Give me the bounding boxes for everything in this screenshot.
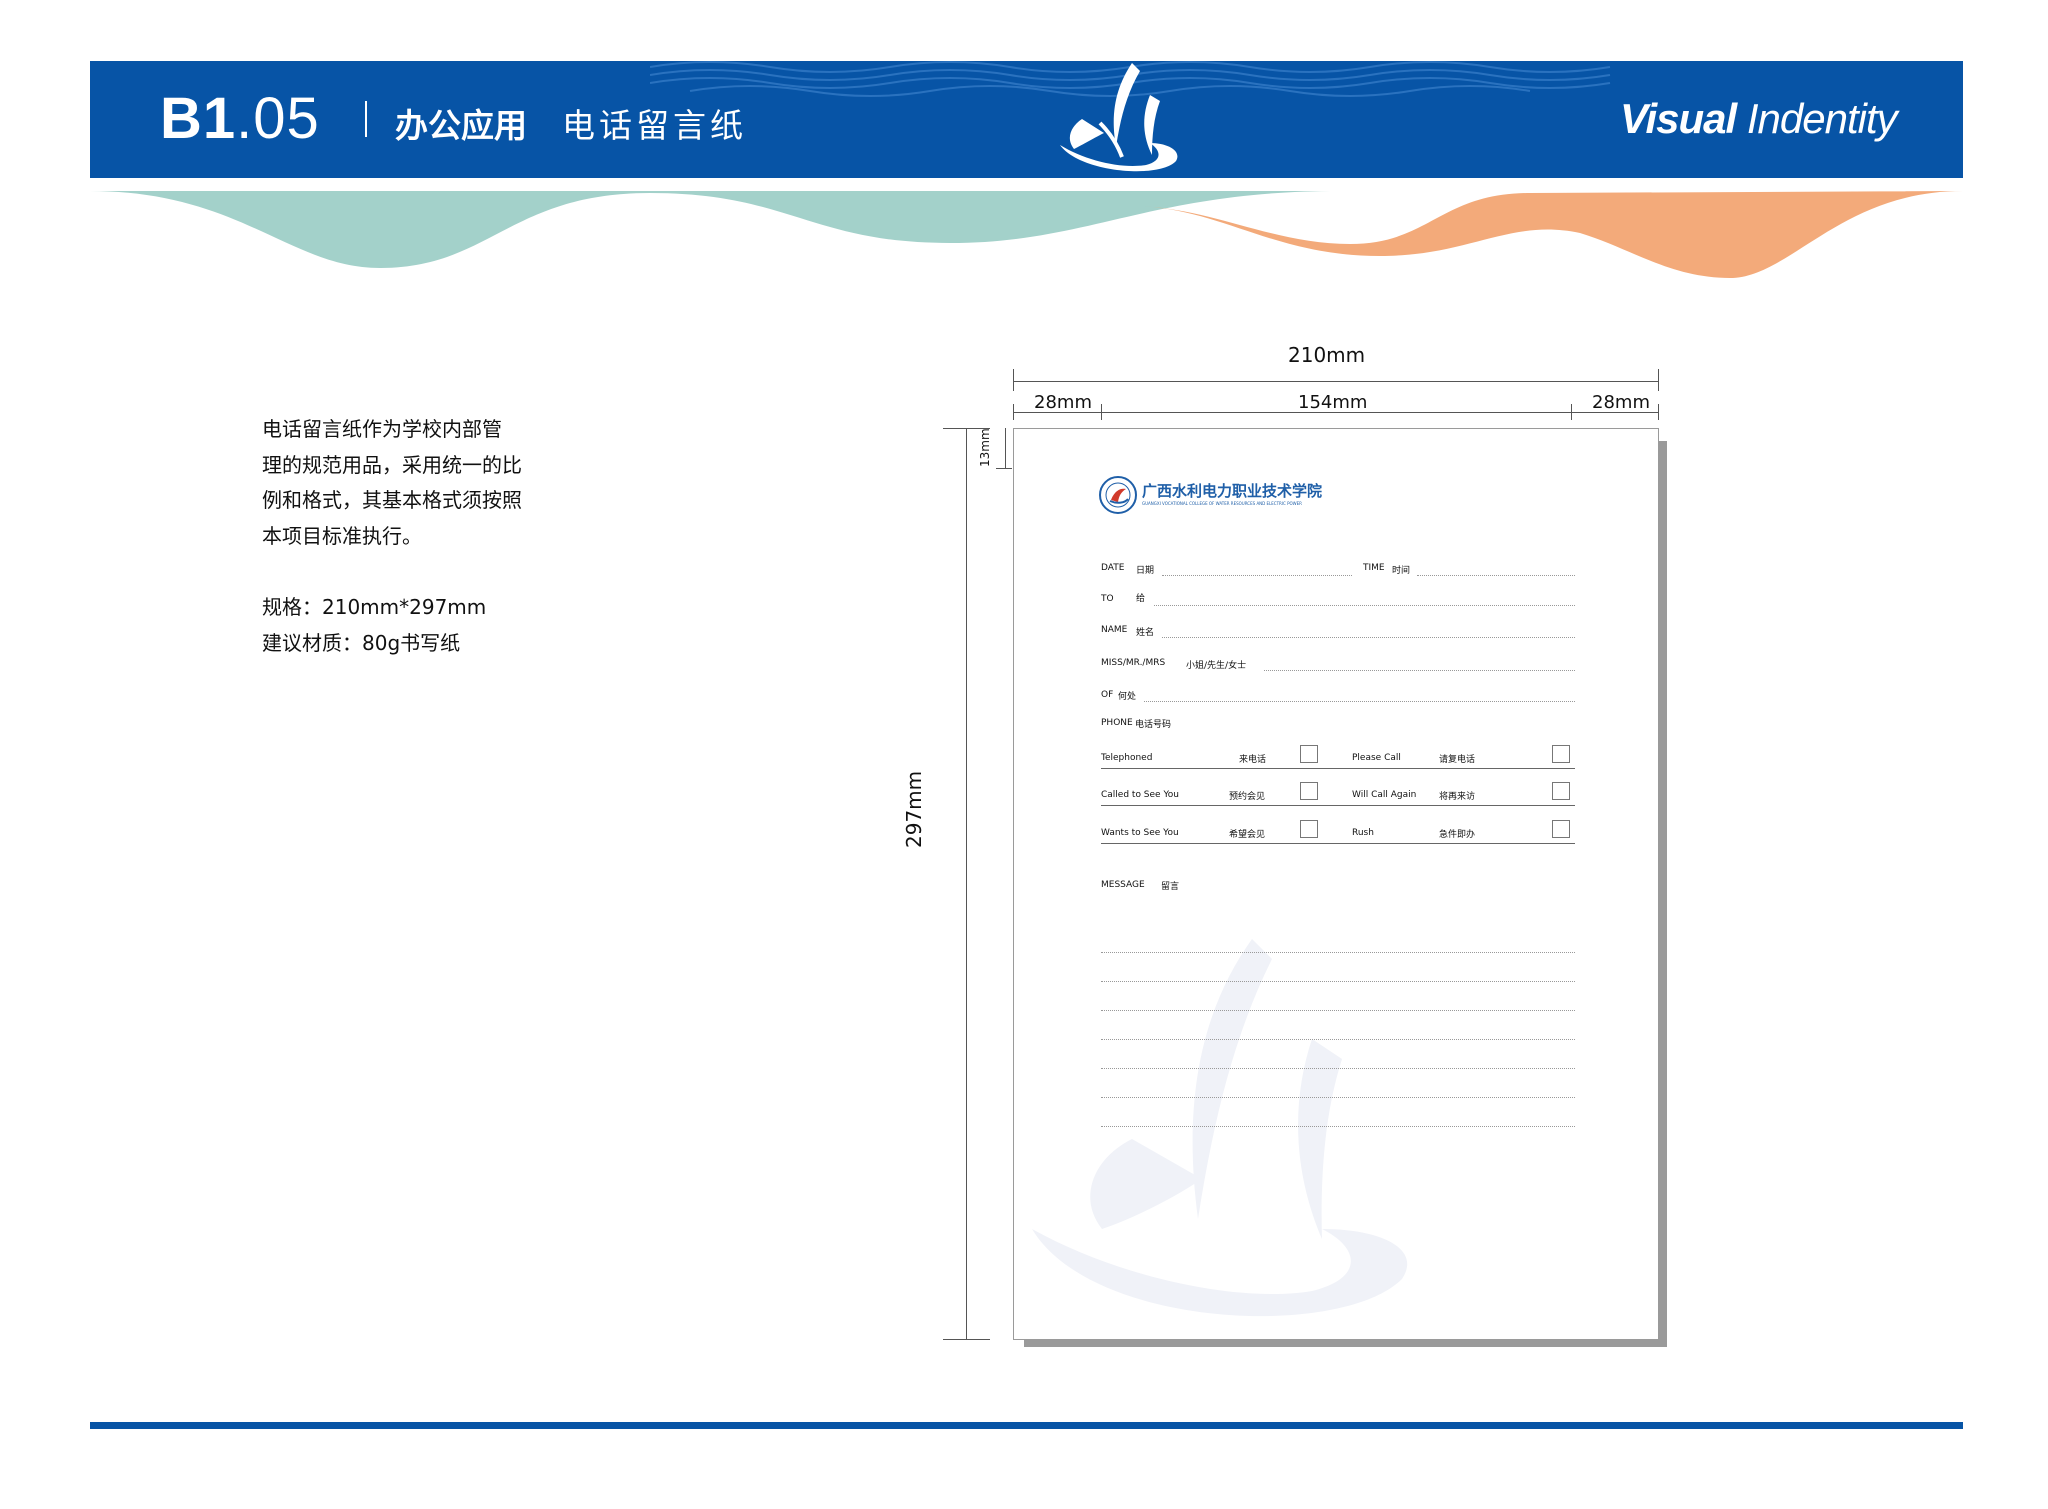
check-row-rule — [1101, 805, 1575, 806]
message-line[interactable] — [1101, 952, 1575, 953]
dim-height-line — [966, 428, 967, 1340]
dim-margin-line — [1013, 412, 1659, 413]
dim-tick — [1013, 369, 1014, 391]
description-block: 电话留言纸作为学校内部管 理的规范用品，采用统一的比 例和格式，其基本格式须按照… — [262, 412, 552, 661]
header-band: B1.05 办公应用 电话留言纸 Visual Indentity — [90, 61, 1963, 178]
message-label-cn: 留言 — [1161, 882, 1180, 892]
will-call-label-en: Will Call Again — [1352, 790, 1417, 800]
message-label-en: MESSAGE — [1101, 880, 1145, 890]
time-label-en: TIME — [1363, 563, 1385, 573]
spec-material: 建议材质：80g书写纸 — [262, 630, 461, 655]
school-name-en: GUANGXI VOCATIONAL COLLEGE OF WATER RESO… — [1142, 501, 1302, 506]
school-emblem-icon — [1099, 476, 1137, 514]
dim-right-margin-label: 28mm — [1592, 392, 1650, 413]
rush-checkbox[interactable] — [1552, 820, 1570, 838]
check-row-rule — [1101, 843, 1575, 844]
wants-label-cn: 希望会见 — [1229, 830, 1266, 840]
dim-tick — [1658, 404, 1659, 420]
phone-label-en: PHONE — [1101, 718, 1133, 728]
section-label: 办公应用 — [395, 106, 527, 145]
description-line: 电话留言纸作为学校内部管 — [262, 417, 502, 441]
rush-label-cn: 急件即办 — [1439, 830, 1476, 840]
miss-label-en: MISS/MR./MRS — [1101, 658, 1166, 668]
dim-height-label: 297mm — [902, 770, 926, 848]
please-call-checkbox[interactable] — [1552, 745, 1570, 763]
called-label-en: Called to See You — [1101, 790, 1179, 800]
rush-label-en: Rush — [1352, 828, 1374, 838]
telephoned-checkbox[interactable] — [1300, 745, 1318, 763]
miss-field-line[interactable] — [1264, 670, 1575, 671]
of-label-cn: 何处 — [1118, 692, 1137, 702]
called-checkbox[interactable] — [1300, 782, 1318, 800]
message-line[interactable] — [1101, 1010, 1575, 1011]
decorative-waves — [90, 191, 1963, 278]
school-logo-icon — [1060, 63, 1178, 172]
of-label-en: OF — [1101, 690, 1114, 700]
description-line: 理的规范用品，采用统一的比 — [262, 452, 522, 477]
please-call-label-cn: 请复电话 — [1439, 755, 1476, 765]
page-code-minor: .05 — [236, 86, 320, 151]
dim-tick — [1571, 404, 1572, 420]
time-field-line[interactable] — [1417, 575, 1575, 576]
telephoned-label-cn: 来电话 — [1239, 755, 1267, 765]
page-code-major: B1 — [160, 86, 237, 151]
footer-rule — [90, 1422, 1963, 1429]
dim-width-line — [1013, 381, 1659, 382]
miss-label-cn: 小姐/先生/女士 — [1186, 661, 1247, 671]
page-code: B1.05 — [160, 89, 320, 149]
name-field-line[interactable] — [1162, 637, 1575, 638]
dim-tick — [943, 1339, 990, 1340]
date-label-cn: 日期 — [1136, 566, 1155, 576]
brand-title: Visual Indentity — [1620, 95, 1898, 143]
wants-label-en: Wants to See You — [1101, 828, 1179, 838]
message-line[interactable] — [1101, 1068, 1575, 1069]
dim-tick — [996, 468, 1012, 469]
to-label-cn: 给 — [1136, 594, 1146, 604]
name-label-en: NAME — [1101, 625, 1128, 635]
dim-top-margin-label: 13mm — [978, 428, 992, 467]
dim-content-label: 154mm — [1298, 392, 1368, 413]
dim-left-margin-label: 28mm — [1034, 392, 1092, 413]
wants-checkbox[interactable] — [1300, 820, 1318, 838]
watermark-logo-icon — [1032, 939, 1408, 1317]
of-field-line[interactable] — [1144, 701, 1575, 702]
to-field-line[interactable] — [1154, 605, 1575, 606]
name-label-cn: 姓名 — [1136, 628, 1155, 638]
message-line[interactable] — [1101, 1126, 1575, 1127]
please-call-label-en: Please Call — [1352, 753, 1401, 763]
message-line[interactable] — [1101, 981, 1575, 982]
school-name: 广西水利电力职业技术学院 — [1142, 482, 1323, 500]
phone-label-cn: 电话号码 — [1135, 720, 1172, 730]
to-label-en: TO — [1101, 594, 1114, 604]
time-label-cn: 时间 — [1392, 566, 1411, 576]
page-title: 电话留言纸 — [562, 106, 747, 145]
dim-tick — [1101, 404, 1102, 420]
dim-width-label: 210mm — [1288, 343, 1366, 367]
dim-tick — [1658, 369, 1659, 391]
dim-tick — [1013, 404, 1014, 420]
dim-top-margin-line — [1005, 428, 1006, 468]
telephoned-label-en: Telephoned — [1101, 753, 1153, 763]
check-row-rule — [1101, 768, 1575, 769]
message-paper: 广西水利电力职业技术学院 GUANGXI VOCATIONAL COLLEGE … — [1013, 428, 1659, 1340]
message-line[interactable] — [1101, 1039, 1575, 1040]
brand-title-rest: Indentity — [1736, 95, 1898, 142]
date-field-line[interactable] — [1162, 575, 1352, 576]
spec-size: 规格：210mm*297mm — [262, 595, 487, 619]
description-line: 本项目标准执行。 — [262, 523, 422, 548]
will-call-label-cn: 将再来访 — [1439, 792, 1476, 802]
description-line: 例和格式，其基本格式须按照 — [262, 488, 522, 512]
will-call-checkbox[interactable] — [1552, 782, 1570, 800]
called-label-cn: 预约会见 — [1229, 792, 1266, 802]
header-divider — [365, 101, 367, 137]
message-line[interactable] — [1101, 1097, 1575, 1098]
date-label-en: DATE — [1101, 563, 1125, 573]
brand-title-bold: Visual — [1620, 95, 1737, 142]
